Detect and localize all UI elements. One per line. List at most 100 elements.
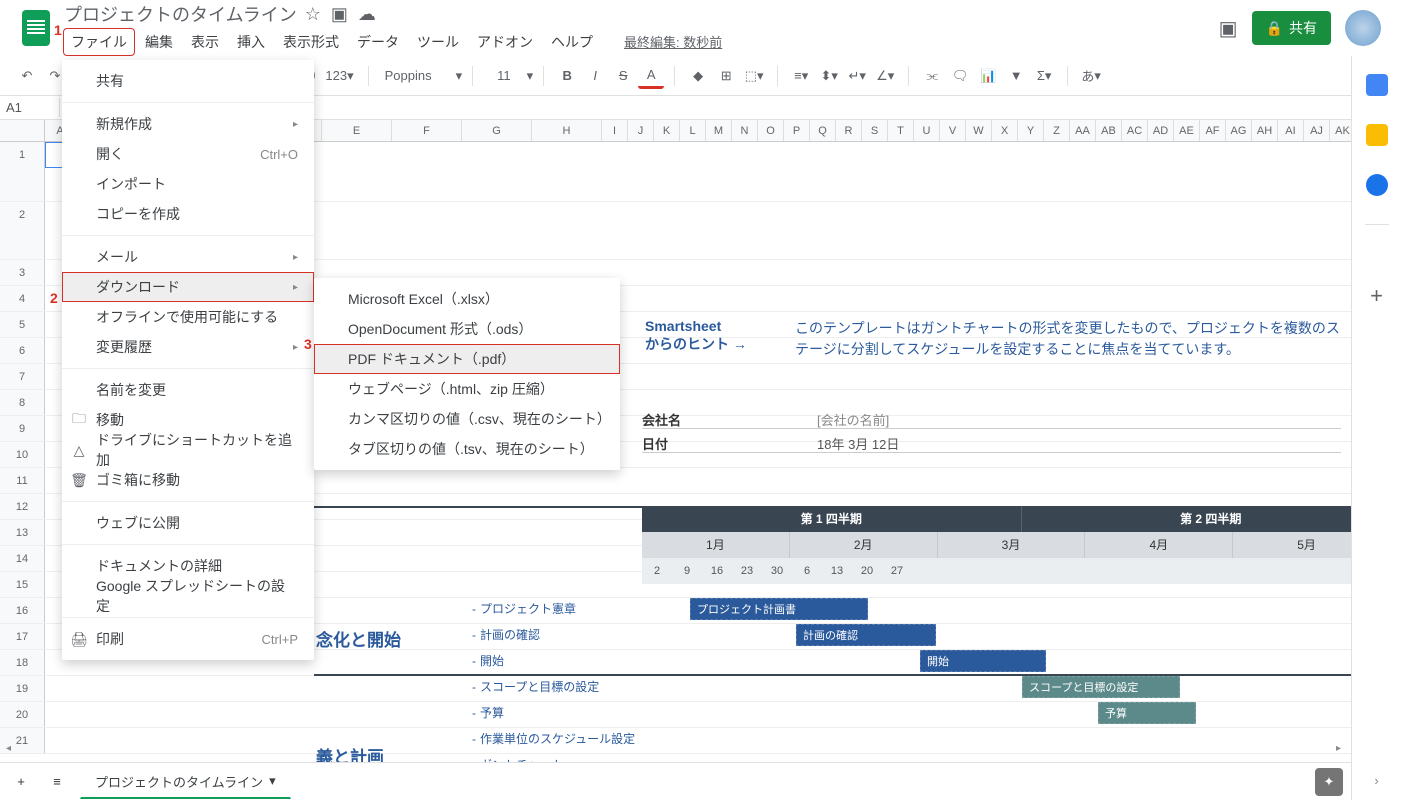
- file-menu-share[interactable]: 共有: [62, 66, 314, 96]
- column-header[interactable]: R: [836, 120, 862, 141]
- row-header[interactable]: 13: [0, 520, 45, 545]
- company-value[interactable]: [会社の名前]: [817, 410, 889, 429]
- all-sheets-button[interactable]: ≡: [44, 769, 70, 795]
- gantt-task-label[interactable]: -スコープと目標の設定: [472, 678, 599, 695]
- add-addon-button[interactable]: +: [1370, 283, 1383, 309]
- column-header[interactable]: E: [322, 120, 392, 141]
- font-family-selector[interactable]: Poppins: [379, 66, 454, 85]
- gantt-bar-start[interactable]: 開始: [920, 650, 1046, 672]
- file-menu-mail[interactable]: メール▸: [62, 242, 314, 272]
- file-menu-publish[interactable]: ウェブに公開: [62, 508, 314, 538]
- column-header[interactable]: V: [940, 120, 966, 141]
- italic-button[interactable]: I: [582, 63, 608, 89]
- file-menu-print[interactable]: 🖨印刷Ctrl+P: [62, 624, 314, 654]
- row-header[interactable]: 3: [0, 260, 45, 285]
- column-header[interactable]: Z: [1044, 120, 1070, 141]
- link-button[interactable]: ⫘: [919, 63, 945, 89]
- functions-button[interactable]: Σ▾: [1031, 63, 1057, 89]
- column-header[interactable]: T: [888, 120, 914, 141]
- column-header[interactable]: AE: [1174, 120, 1200, 141]
- gantt-task-label[interactable]: -計画の確認: [472, 626, 540, 643]
- column-header[interactable]: AC: [1122, 120, 1148, 141]
- menu-file[interactable]: ファイル: [64, 29, 134, 55]
- column-header[interactable]: AH: [1252, 120, 1278, 141]
- column-header[interactable]: H: [532, 120, 602, 141]
- tasks-addon-icon[interactable]: [1366, 174, 1388, 196]
- file-menu-history[interactable]: 変更履歴▸: [62, 332, 314, 362]
- column-header[interactable]: AF: [1200, 120, 1226, 141]
- row-header[interactable]: 6: [0, 338, 45, 363]
- file-menu-new[interactable]: 新規作成▸: [62, 109, 314, 139]
- row-header[interactable]: 1: [0, 142, 45, 201]
- fill-color-button[interactable]: ◆: [685, 63, 711, 89]
- file-menu-settings[interactable]: Google スプレッドシートの設定: [62, 581, 314, 611]
- column-header[interactable]: AJ: [1304, 120, 1330, 141]
- row-header[interactable]: 2: [0, 202, 45, 259]
- account-avatar[interactable]: [1345, 10, 1381, 46]
- file-menu-trash[interactable]: 🗑ゴミ箱に移動: [62, 465, 314, 495]
- cloud-icon[interactable]: ☁: [358, 4, 376, 25]
- hide-side-panel-button[interactable]: ›: [1374, 773, 1378, 788]
- column-header[interactable]: AB: [1096, 120, 1122, 141]
- file-menu-import[interactable]: インポート: [62, 169, 314, 199]
- scroll-left-icon[interactable]: ◂: [6, 743, 11, 754]
- row-header[interactable]: 7: [0, 364, 45, 389]
- bold-button[interactable]: B: [554, 63, 580, 89]
- gantt-task-label[interactable]: -プロジェクト憲章: [472, 600, 576, 617]
- menu-format[interactable]: 表示形式: [276, 29, 346, 55]
- sheet-tab[interactable]: プロジェクトのタイムライン▾: [80, 765, 291, 799]
- column-header[interactable]: L: [680, 120, 706, 141]
- column-header[interactable]: J: [628, 120, 654, 141]
- valign-button[interactable]: ⬍▾: [816, 63, 842, 89]
- row-header[interactable]: 15: [0, 572, 45, 597]
- scroll-right-icon[interactable]: ▸: [1336, 743, 1341, 754]
- download-csv[interactable]: カンマ区切りの値（.csv、現在のシート）: [314, 404, 620, 434]
- strike-button[interactable]: S: [610, 63, 636, 89]
- menu-help[interactable]: ヘルプ: [544, 29, 600, 55]
- column-header[interactable]: P: [784, 120, 810, 141]
- gantt-task-label[interactable]: -予算: [472, 704, 504, 721]
- more-formats-button[interactable]: 123▾: [321, 63, 357, 89]
- halign-button[interactable]: ≡▾: [788, 63, 814, 89]
- undo-button[interactable]: ↶: [14, 63, 40, 89]
- download-xlsx[interactable]: Microsoft Excel（.xlsx）: [314, 284, 620, 314]
- column-header[interactable]: AA: [1070, 120, 1096, 141]
- row-header[interactable]: 17: [0, 624, 45, 649]
- file-menu-open[interactable]: 開くCtrl+O: [62, 139, 314, 169]
- column-header[interactable]: N: [732, 120, 758, 141]
- font-size-selector[interactable]: 11: [483, 68, 525, 83]
- comment-button[interactable]: 🗨: [947, 63, 973, 89]
- row-header[interactable]: 9: [0, 416, 45, 441]
- download-tsv[interactable]: タブ区切りの値（.tsv、現在のシート）: [314, 434, 620, 464]
- add-sheet-button[interactable]: +: [8, 769, 34, 795]
- column-header[interactable]: S: [862, 120, 888, 141]
- download-html[interactable]: ウェブページ（.html、zip 圧縮）: [314, 374, 620, 404]
- row-header[interactable]: 18: [0, 650, 45, 675]
- column-header[interactable]: F: [392, 120, 462, 141]
- explore-button[interactable]: ✦: [1315, 768, 1343, 796]
- menu-edit[interactable]: 編集: [138, 29, 180, 55]
- row-header[interactable]: 11: [0, 468, 45, 493]
- file-menu-offline[interactable]: オフラインで使用可能にする: [62, 302, 314, 332]
- move-icon[interactable]: ▣: [331, 4, 348, 25]
- file-menu-shortcut[interactable]: △ドライブにショートカットを追加: [62, 435, 314, 465]
- last-edit-link[interactable]: 最終編集: 数秒前: [624, 29, 722, 55]
- keep-addon-icon[interactable]: [1366, 124, 1388, 146]
- borders-button[interactable]: ⊞: [713, 63, 739, 89]
- column-header[interactable]: AD: [1148, 120, 1174, 141]
- column-header[interactable]: U: [914, 120, 940, 141]
- column-header[interactable]: G: [462, 120, 532, 141]
- date-value[interactable]: 18年 3月 12日: [817, 434, 899, 453]
- gantt-bar-plan[interactable]: プロジェクト計画書: [690, 598, 868, 620]
- menu-data[interactable]: データ: [350, 29, 406, 55]
- row-header[interactable]: 19: [0, 676, 45, 701]
- row-header[interactable]: 4: [0, 286, 45, 311]
- column-header[interactable]: Y: [1018, 120, 1044, 141]
- name-box[interactable]: A1: [0, 98, 60, 117]
- menu-view[interactable]: 表示: [184, 29, 226, 55]
- wrap-button[interactable]: ↵▾: [844, 63, 870, 89]
- star-icon[interactable]: ☆: [305, 4, 321, 25]
- column-header[interactable]: M: [706, 120, 732, 141]
- menu-addons[interactable]: アドオン: [470, 29, 540, 55]
- row-header[interactable]: 14: [0, 546, 45, 571]
